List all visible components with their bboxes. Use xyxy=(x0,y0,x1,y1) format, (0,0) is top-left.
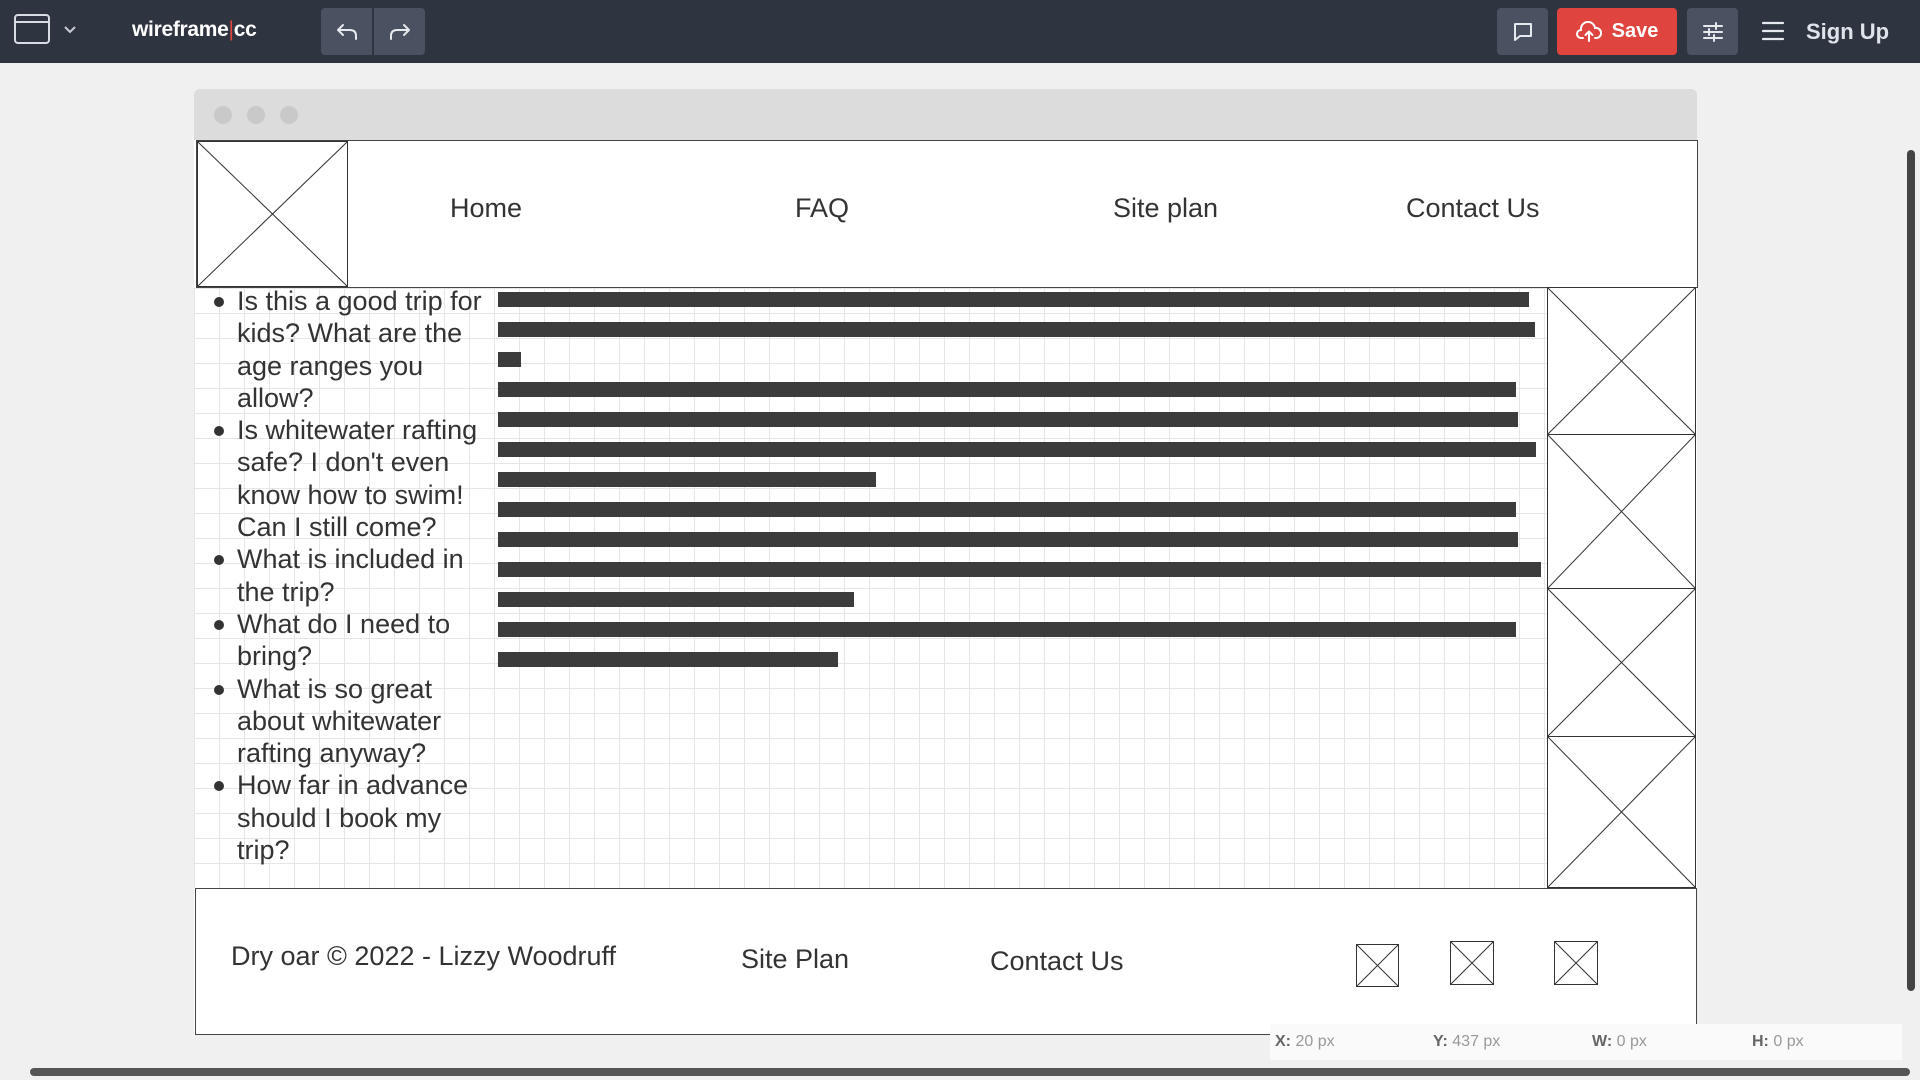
text-placeholder-line[interactable] xyxy=(498,412,1518,427)
social-icon-placeholder[interactable] xyxy=(1356,944,1399,987)
image-placeholder[interactable] xyxy=(1547,434,1696,589)
selection-status-bar: X: 20 px Y: 437 px W: 0 px H: 0 px xyxy=(1270,1024,1902,1060)
text-placeholder-line[interactable] xyxy=(498,532,1518,547)
redo-button[interactable] xyxy=(374,8,425,55)
text-placeholder-line[interactable] xyxy=(498,322,1535,337)
nav-home[interactable]: Home xyxy=(450,193,522,224)
faq-question[interactable]: Is this a good trip for kids? What are t… xyxy=(214,285,500,414)
logo-image-placeholder[interactable] xyxy=(197,141,348,287)
social-icon-placeholder[interactable] xyxy=(1450,941,1494,985)
undo-icon xyxy=(336,23,357,40)
text-placeholder-line[interactable] xyxy=(498,292,1529,307)
settings-button[interactable] xyxy=(1687,8,1738,55)
faq-question[interactable]: How far in advance should I book my trip… xyxy=(214,769,500,866)
horizontal-scrollbar[interactable] xyxy=(30,1068,1910,1076)
text-placeholder-line[interactable] xyxy=(498,562,1541,577)
faq-question[interactable]: What is included in the trip? xyxy=(214,543,500,608)
text-placeholder-line[interactable] xyxy=(498,382,1516,397)
footer-contact-link[interactable]: Contact Us xyxy=(990,946,1124,977)
faq-question[interactable]: What do I need to bring? xyxy=(214,608,500,673)
comment-button[interactable] xyxy=(1497,8,1548,55)
faq-question-list: Is this a good trip for kids? What are t… xyxy=(214,285,500,866)
faq-question[interactable]: Is whitewater rafting safe? I don't even… xyxy=(214,414,500,543)
save-label: Save xyxy=(1611,20,1659,42)
status-w: W: 0 px xyxy=(1592,1033,1647,1050)
nav-contact-us[interactable]: Contact Us xyxy=(1406,193,1540,224)
text-placeholder-line[interactable] xyxy=(498,652,838,667)
nav-faq[interactable]: FAQ xyxy=(795,193,849,224)
status-h: H: 0 px xyxy=(1752,1033,1804,1050)
menu-button[interactable] xyxy=(1758,16,1788,46)
window-dot xyxy=(214,106,232,124)
window-dot xyxy=(280,106,298,124)
app-logo: wireframe|cc xyxy=(132,18,257,42)
footer-copyright[interactable]: Dry oar © 2022 - Lizzy Woodruff xyxy=(231,941,616,972)
redo-icon xyxy=(389,23,410,40)
text-placeholder-line[interactable] xyxy=(498,592,854,607)
footer-site-plan-link[interactable]: Site Plan xyxy=(741,944,849,975)
window-dot xyxy=(247,106,265,124)
text-placeholder-line[interactable] xyxy=(498,472,876,487)
nav-site-plan[interactable]: Site plan xyxy=(1113,193,1218,224)
sliders-icon xyxy=(1702,21,1723,42)
hamburger-menu-icon xyxy=(1761,21,1785,41)
social-icon-placeholder[interactable] xyxy=(1554,941,1598,985)
save-button[interactable]: Save xyxy=(1557,8,1677,55)
window-icon[interactable] xyxy=(14,14,50,44)
text-placeholder-line[interactable] xyxy=(498,622,1516,637)
status-x: X: 20 px xyxy=(1275,1033,1335,1050)
undo-button[interactable] xyxy=(321,8,372,55)
image-placeholder[interactable] xyxy=(1547,287,1696,435)
status-y: Y: 437 px xyxy=(1433,1033,1501,1050)
image-placeholder[interactable] xyxy=(1547,588,1696,737)
text-placeholder-line[interactable] xyxy=(498,502,1516,517)
comment-icon xyxy=(1513,22,1532,41)
image-placeholder[interactable] xyxy=(1547,736,1696,888)
vertical-scrollbar[interactable] xyxy=(1907,150,1915,991)
cloud-upload-icon xyxy=(1575,20,1602,42)
brand-name: wireframe xyxy=(132,18,229,41)
browser-frame-titlebar xyxy=(194,89,1697,140)
chevron-down-icon[interactable] xyxy=(62,22,78,38)
sign-up-link[interactable]: Sign Up xyxy=(1806,19,1889,45)
faq-question[interactable]: What is so great about whitewater raftin… xyxy=(214,673,500,770)
top-toolbar: wireframe|cc Save Sign Up xyxy=(0,0,1920,63)
text-placeholder-line[interactable] xyxy=(498,352,521,367)
text-placeholder-line[interactable] xyxy=(498,442,1536,457)
brand-suffix: cc xyxy=(233,18,257,41)
